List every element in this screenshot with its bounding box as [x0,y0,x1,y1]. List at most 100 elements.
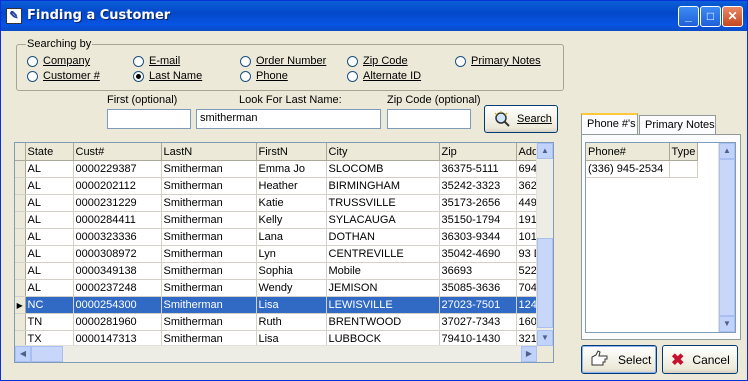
results-horizontal-scrollbar[interactable]: ◀ ▶ [15,345,537,362]
app-icon[interactable]: ✎ [6,8,22,24]
table-row[interactable]: AL 0000231229 Smitherman Katie TRUSSVILLE 351… [15,194,553,212]
scroll-down-button[interactable]: ▼ [537,330,553,346]
phone-grid[interactable]: Phone# Type (336) 945-2534 ▲ ▼ [585,142,736,333]
minimize-button[interactable]: _ [678,6,699,27]
arrow-up-icon: ▲ [723,146,731,155]
cell-lastn: Smitherman [161,194,257,212]
cancel-button[interactable]: ✖ Cancel [662,345,738,374]
row-indicator[interactable] [15,262,26,280]
cell-state: AL [25,177,74,195]
cell-firstn: Lana [256,228,327,246]
table-row[interactable]: AL 0000323336 Smitherman Lana DOTHAN 36303-93… [15,228,553,246]
arrow-right-icon: ▶ [525,349,533,358]
last-name-input[interactable]: smitherman [196,109,381,129]
radio-customer-number[interactable]: Customer # [27,70,100,82]
table-row[interactable]: AL 0000202112 Smitherman Heather BIRMINGHAM 3… [15,177,553,195]
radio-alternate-id[interactable]: Alternate ID [347,70,421,82]
scroll-right-button[interactable]: ▶ [521,346,537,362]
column-header-state[interactable]: State [25,143,74,161]
scroll-thumb[interactable] [719,159,735,316]
cell-city: SYLACAUGA [326,211,440,229]
column-header-zip[interactable]: Zip [439,143,517,161]
radio-circle [455,55,466,67]
cell-firstn: Katie [256,194,327,212]
row-indicator[interactable] [15,313,26,331]
results-grid[interactable]: State Cust# LastN FirstN City Zip Addr3 AL 0000… [14,142,554,363]
row-indicator[interactable] [15,194,26,212]
table-row[interactable]: AL 0000349138 Smitherman Sophia Mobile 36693 5… [15,262,553,280]
scroll-up-button[interactable]: ▲ [537,143,553,159]
cell-firstn: Lisa [256,296,327,314]
scroll-thumb[interactable] [537,238,553,328]
row-indicator[interactable] [15,228,26,246]
row-indicator[interactable] [15,160,26,178]
table-row[interactable]: AL 0000229387 Smitherman Emma Jo SLOCOMB 3637… [15,160,553,178]
scroll-up-button[interactable]: ▲ [719,143,735,159]
type-column-header[interactable]: Type [669,143,699,161]
phone-column-header[interactable]: Phone# [586,143,670,161]
row-indicator[interactable] [15,245,26,263]
radio-primary-notes[interactable]: Primary Notes [455,55,541,67]
cell-zip: 35042-4690 [439,245,517,263]
arrow-up-icon: ▲ [541,146,549,155]
radio-order-number[interactable]: Order Number [240,55,326,67]
search-button[interactable]: Search [484,105,558,133]
tab-primary-notes[interactable]: Primary Notes [639,115,716,134]
radio-circle [240,55,251,67]
radio-last-name[interactable]: Last Name [133,70,202,82]
column-header-lastn[interactable]: LastN [161,143,257,161]
last-name-label: Look For Last Name: [239,94,342,106]
radio-label: Phone [256,70,288,82]
finding-customer-window: ✎ Finding a Customer _ □ ✕ Searching by … [0,0,748,381]
row-indicator[interactable] [15,177,26,195]
radio-phone[interactable]: Phone [240,70,288,82]
arrow-down-icon: ▼ [541,333,549,342]
cell-firstn: Emma Jo [256,160,327,178]
title-bar[interactable]: ✎ Finding a Customer _ □ ✕ [1,1,747,31]
cell-firstn: Lyn [256,245,327,263]
cell-lastn: Smitherman [161,262,257,280]
results-table: State Cust# LastN FirstN City Zip Addr3 AL 0000… [15,143,553,348]
table-row[interactable]: ▶ NC 0000254300 Smitherman Lisa LEWISVILLE 270… [15,296,553,314]
radio-email[interactable]: E-mail [133,55,180,67]
table-row[interactable]: AL 0000237248 Smitherman Wendy JEMISON 35085-… [15,279,553,297]
row-indicator[interactable] [15,211,26,229]
maximize-button[interactable]: □ [700,6,721,27]
cell-lastn: Smitherman [161,279,257,297]
first-name-input[interactable] [107,109,191,129]
close-button[interactable]: ✕ [722,6,743,27]
row-indicator-header [15,143,26,161]
radio-company[interactable]: Company [27,55,90,67]
scroll-left-button[interactable]: ◀ [15,346,31,362]
cell-city: BIRMINGHAM [326,177,440,195]
column-header-cust[interactable]: Cust# [73,143,162,161]
cell-lastn: Smitherman [161,177,257,195]
zip-code-input[interactable] [387,109,471,129]
cell-zip: 35150-1794 [439,211,517,229]
table-row[interactable]: TN 0000281960 Smitherman Ruth BRENTWOOD 37027… [15,313,553,331]
radio-circle [27,55,38,67]
phone-vertical-scrollbar[interactable]: ▲ ▼ [718,143,735,332]
table-row[interactable]: AL 0000284411 Smitherman Kelly SYLACAUGA 3515… [15,211,553,229]
cell-state: AL [25,228,74,246]
select-button[interactable]: Select [581,345,657,374]
cell-city: SLOCOMB [326,160,440,178]
tab-phone-numbers[interactable]: Phone #'s [581,113,638,135]
cell-state: TN [25,313,74,331]
cell-firstn: Sophia [256,262,327,280]
cell-lastn: Smitherman [161,245,257,263]
phone-row[interactable]: (336) 945-2534 [586,160,699,178]
select-hand-icon [590,349,610,370]
cell-city: Mobile [326,262,440,280]
column-header-city[interactable]: City [326,143,440,161]
row-indicator[interactable] [15,279,26,297]
table-row[interactable]: AL 0000308972 Smitherman Lyn CENTREVILLE 3504… [15,245,553,263]
row-indicator[interactable]: ▶ [15,296,26,314]
scroll-down-button[interactable]: ▼ [719,316,735,332]
radio-zip-code[interactable]: Zip Code [347,55,408,67]
hscroll-thumb[interactable] [31,346,63,362]
searching-by-legend: Searching by [26,38,93,50]
results-vertical-scrollbar[interactable]: ▲ ▼ [536,143,553,346]
window-title: Finding a Customer [27,8,171,23]
column-header-firstn[interactable]: FirstN [256,143,327,161]
